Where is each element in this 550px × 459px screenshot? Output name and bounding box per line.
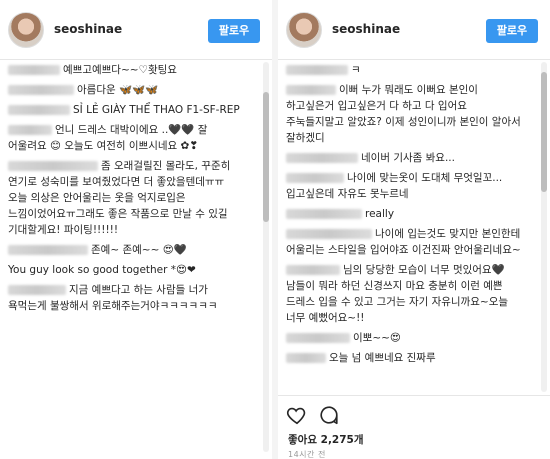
comment-panel-right: seoshinae 팔로우 ㅋ 이뻐 누가 뭐래도 이뻐요 본인이 하고싶은거 입… bbox=[278, 0, 550, 459]
follow-button[interactable]: 팔로우 bbox=[208, 19, 260, 43]
username[interactable]: seoshinae bbox=[332, 22, 400, 36]
post-timestamp: 14시간 전 bbox=[288, 450, 326, 459]
post-actions: 좋아요 2,275개 14시간 전 bbox=[278, 395, 550, 459]
avatar[interactable] bbox=[286, 12, 322, 48]
redacted-username[interactable] bbox=[286, 153, 358, 163]
comment-text: 네이버 기사좀 봐요... bbox=[361, 152, 455, 164]
comment-icon[interactable] bbox=[318, 404, 340, 426]
comment-item: 네이버 기사좀 봐요... bbox=[278, 150, 530, 166]
comment-list: 예쁘고예쁘다~~♡홧팅요아름다운 🦋🦋🦋 SỈ LẺ GIÀY THỂ THAO … bbox=[0, 62, 252, 318]
comment-text: 이뽀~~😍 bbox=[353, 332, 401, 344]
comment-item: 아름다운 🦋🦋🦋 bbox=[0, 82, 252, 98]
post-header: seoshinae 팔로우 bbox=[278, 0, 550, 60]
follow-button[interactable]: 팔로우 bbox=[486, 19, 538, 43]
comment-text: really bbox=[365, 208, 395, 220]
avatar[interactable] bbox=[8, 12, 44, 48]
redacted-username[interactable] bbox=[8, 285, 66, 295]
comment-item: 오늘 넘 예쁘네요 진짜루 bbox=[278, 350, 530, 366]
like-count[interactable]: 좋아요 2,275개 bbox=[288, 432, 364, 447]
redacted-username[interactable] bbox=[8, 125, 52, 135]
comment-text: 존예~ 존예~~ 😍🖤 bbox=[91, 244, 187, 256]
comment-item: You guy look so good together *😍❤ bbox=[0, 262, 252, 278]
comment-item: ㅋ bbox=[278, 62, 530, 78]
comment-text: 좀 오래걸릴진 몰라도, 꾸준히 연기로 성숙미를 보여줬었다면 더 좋았을텐데… bbox=[8, 160, 231, 236]
username[interactable]: seoshinae bbox=[54, 22, 122, 36]
scroll-thumb[interactable] bbox=[263, 92, 269, 222]
comment-text: SỈ LẺ GIÀY THỂ THAO F1-SF-REP bbox=[73, 104, 240, 116]
comment-item: 님의 당당한 모습이 너무 멋있어요🖤남들이 뭐라 하던 신경쓰지 마요 충분히… bbox=[278, 262, 530, 326]
comment-item: 존예~ 존예~~ 😍🖤 bbox=[0, 242, 252, 258]
comment-item: SỈ LẺ GIÀY THỂ THAO F1-SF-REP bbox=[0, 102, 252, 118]
comment-item: really bbox=[278, 206, 530, 222]
comment-item: 좀 오래걸릴진 몰라도, 꾸준히 연기로 성숙미를 보여줬었다면 더 좋았을텐데… bbox=[0, 158, 252, 238]
comment-item: 지금 예쁘다고 하는 사람들 너가 욕먹는게 불쌍해서 위로해주는거야ㅋㅋㅋㅋㅋ… bbox=[0, 282, 252, 314]
redacted-username[interactable] bbox=[286, 85, 336, 95]
comment-item: 언니 드레스 대박이에요 ..🖤🖤 잘 어울려요 😊 오늘도 여전히 이쁘시네요… bbox=[0, 122, 252, 154]
comment-item: 이뽀~~😍 bbox=[278, 330, 530, 346]
comment-item: 나이에 입는것도 맞지만 본인한테 어울리는 스타일을 입어야죠 이건진짜 안어… bbox=[278, 226, 530, 258]
redacted-username[interactable] bbox=[286, 209, 362, 219]
heart-icon[interactable] bbox=[286, 404, 308, 426]
comment-text: ㅋ bbox=[351, 64, 361, 76]
comment-text: 오늘 넘 예쁘네요 진짜루 bbox=[329, 352, 436, 364]
redacted-username[interactable] bbox=[286, 333, 350, 343]
comment-text: 아름다운 🦋🦋🦋 bbox=[77, 84, 159, 96]
redacted-username[interactable] bbox=[8, 65, 60, 75]
redacted-username[interactable] bbox=[286, 265, 340, 275]
redacted-username[interactable] bbox=[286, 65, 348, 75]
redacted-username[interactable] bbox=[8, 85, 74, 95]
redacted-username[interactable] bbox=[8, 161, 98, 171]
redacted-username[interactable] bbox=[286, 173, 344, 183]
comment-item: 이뻐 누가 뭐래도 이뻐요 본인이 하고싶은거 입고싶은거 다 하고 다 입어요… bbox=[278, 82, 530, 146]
scrollbar[interactable] bbox=[263, 62, 269, 452]
comment-list: ㅋ 이뻐 누가 뭐래도 이뻐요 본인이 하고싶은거 입고싶은거 다 하고 다 입어… bbox=[278, 62, 530, 370]
redacted-username[interactable] bbox=[286, 353, 326, 363]
post-header: seoshinae 팔로우 bbox=[0, 0, 272, 60]
comment-text: 예쁘고예쁘다~~♡홧팅요 bbox=[63, 64, 177, 76]
comment-item: 예쁘고예쁘다~~♡홧팅요 bbox=[0, 62, 252, 78]
scroll-thumb[interactable] bbox=[541, 72, 547, 192]
redacted-username[interactable] bbox=[8, 105, 70, 115]
scrollbar[interactable] bbox=[541, 62, 547, 392]
comment-panel-left: seoshinae 팔로우 예쁘고예쁘다~~♡홧팅요아름다운 🦋🦋🦋 SỈ LẺ … bbox=[0, 0, 272, 459]
redacted-username[interactable] bbox=[8, 245, 88, 255]
comment-text: You guy look so good together *😍❤ bbox=[8, 264, 196, 276]
redacted-username[interactable] bbox=[286, 229, 372, 239]
comment-item: 나이에 맞는옷이 도대체 무엇일꼬...입고싶은데 자유도 못누르네 bbox=[278, 170, 530, 202]
